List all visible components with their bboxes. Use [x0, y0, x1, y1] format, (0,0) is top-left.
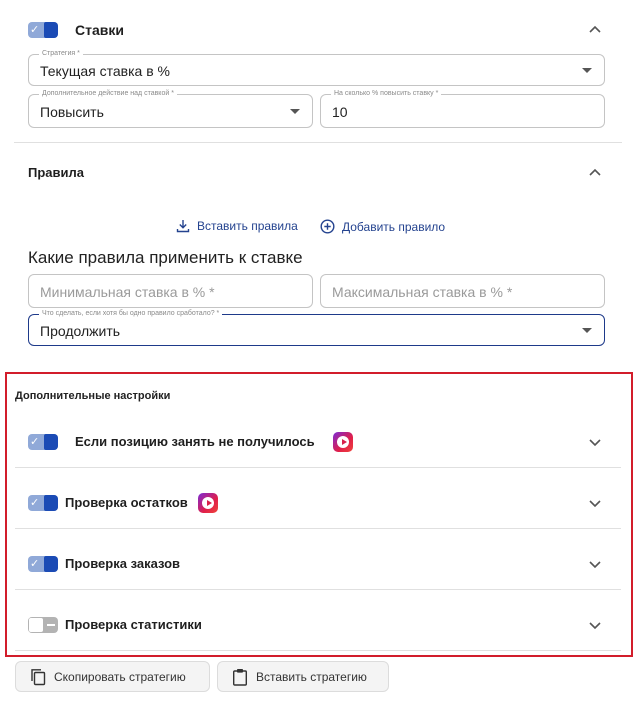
extra-label-2: Проверка заказов: [65, 556, 181, 571]
add-rule-button[interactable]: Добавить правило: [320, 219, 445, 234]
percent-label: На сколько % повысить ставку *: [331, 89, 442, 99]
bids-toggle[interactable]: ✓: [28, 22, 58, 38]
check-icon: ✓: [30, 496, 40, 509]
extra-toggle-0[interactable]: ✓: [28, 434, 58, 450]
add-rule-label: Добавить правило: [342, 219, 446, 234]
percent-value: 10: [332, 104, 348, 120]
chevron-up-icon[interactable]: [586, 164, 604, 182]
check-icon: ✓: [30, 557, 40, 570]
chevron-down-icon[interactable]: [586, 433, 604, 451]
bids-title: Ставки: [75, 22, 124, 38]
rules-title: Правила: [28, 165, 84, 180]
paste-strategy-label: Вставить стратегию: [256, 669, 367, 684]
highlight-frame: [5, 372, 633, 657]
divider: [15, 589, 621, 590]
min-bid-input[interactable]: Минимальная ставка в % *: [28, 274, 313, 308]
percent-input[interactable]: На сколько % повысить ставку * 10: [320, 89, 605, 128]
action-select[interactable]: Дополнительное действие над ставкой * По…: [28, 89, 313, 128]
check-icon: ✓: [30, 435, 40, 448]
chevron-up-icon[interactable]: [586, 21, 604, 39]
caret-down-icon: [290, 109, 300, 114]
strategy-label: Стратегия *: [39, 49, 83, 59]
strategy-select[interactable]: Стратегия * Текущая ставка в %: [28, 49, 605, 86]
divider: [15, 650, 621, 651]
extra-toggle-2[interactable]: ✓: [28, 556, 58, 572]
caret-down-icon: [582, 328, 592, 333]
rules-heading: Какие правила применить к ставке: [28, 248, 303, 267]
if-any-label: Что сделать, если хотя бы одно правило с…: [39, 309, 223, 319]
caret-down-icon: [582, 68, 592, 73]
clipboard-icon: [233, 668, 248, 686]
extra-toggle-1[interactable]: ✓: [28, 495, 58, 511]
rutube-icon: [333, 432, 353, 452]
extra-label-0: Если позицию занять не получилось: [75, 434, 315, 449]
chevron-down-icon[interactable]: [586, 494, 604, 512]
paste-rules-label: Вставить правила: [197, 219, 298, 233]
extra-title: Дополнительные настройки: [15, 390, 171, 402]
chevron-down-icon[interactable]: [586, 555, 604, 573]
extra-toggle-3[interactable]: [28, 617, 58, 633]
divider: [15, 528, 621, 529]
copy-strategy-button[interactable]: Скопировать стратегию: [15, 661, 210, 692]
if-any-select[interactable]: Что сделать, если хотя бы одно правило с…: [28, 309, 605, 346]
copy-strategy-label: Скопировать стратегию: [54, 669, 186, 684]
max-bid-placeholder: Максимальная ставка в % *: [332, 284, 513, 300]
extra-label-1: Проверка остатков: [65, 495, 188, 510]
download-icon: [176, 220, 190, 233]
if-any-value: Продолжить: [40, 323, 121, 339]
plus-circle-icon: [320, 219, 335, 234]
max-bid-input[interactable]: Максимальная ставка в % *: [320, 274, 605, 308]
rutube-icon: [198, 493, 218, 513]
extra-label-3: Проверка статистики: [65, 617, 202, 632]
copy-icon: [31, 668, 46, 685]
strategy-value: Текущая ставка в %: [40, 63, 170, 79]
divider: [14, 142, 622, 143]
action-label: Дополнительное действие над ставкой *: [39, 89, 177, 99]
check-icon: ✓: [30, 23, 40, 36]
min-bid-placeholder: Минимальная ставка в % *: [40, 284, 215, 300]
paste-rules-button[interactable]: Вставить правила: [176, 219, 298, 233]
paste-strategy-button[interactable]: Вставить стратегию: [217, 661, 389, 692]
divider: [15, 467, 621, 468]
action-value: Повысить: [40, 104, 104, 120]
chevron-down-icon[interactable]: [586, 616, 604, 634]
